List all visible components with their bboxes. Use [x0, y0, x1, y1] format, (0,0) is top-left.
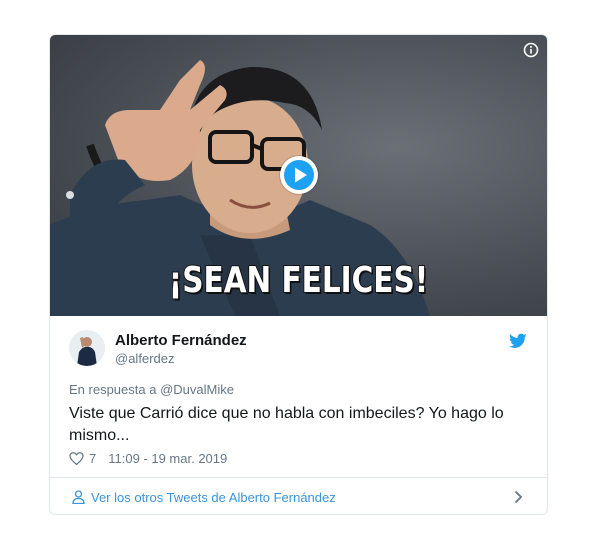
play-icon [284, 160, 314, 190]
more-tweets-footer[interactable]: Ver los otros Tweets de Alberto Fernánde… [50, 477, 547, 514]
tweet-text: Viste que Carrió dice que no habla con i… [69, 405, 504, 444]
author-handle[interactable]: @alferdez [115, 350, 247, 368]
tweet-meta: 7 11:09 - 19 mar. 2019 [69, 451, 227, 466]
person-icon [72, 490, 85, 504]
embedded-tweet-card: ¡SEAN FELICES! Alberto Fernández @alferd… [49, 34, 548, 515]
avatar-image [69, 330, 105, 366]
play-button[interactable] [280, 156, 318, 194]
author-name[interactable]: Alberto Fernández [115, 331, 247, 350]
tweet-timestamp[interactable]: 11:09 - 19 mar. 2019 [108, 451, 227, 466]
avatar[interactable] [69, 330, 105, 366]
reply-context: En respuesta a @DuvalMike [69, 382, 234, 397]
like-count[interactable]: 7 [89, 451, 96, 466]
more-tweets-link[interactable]: Ver los otros Tweets de Alberto Fernánde… [91, 490, 336, 505]
reply-prefix: En respuesta a [69, 382, 161, 397]
chevron-right-icon[interactable] [514, 490, 523, 504]
author-block[interactable]: Alberto Fernández @alferdez [69, 330, 247, 368]
gif-media[interactable]: ¡SEAN FELICES! [50, 35, 547, 316]
info-icon[interactable] [523, 42, 539, 58]
heart-icon[interactable] [69, 452, 84, 465]
twitter-bird-icon[interactable] [509, 333, 527, 349]
gif-caption: ¡SEAN FELICES! [168, 259, 429, 302]
reply-to-handle[interactable]: @DuvalMike [160, 382, 234, 397]
